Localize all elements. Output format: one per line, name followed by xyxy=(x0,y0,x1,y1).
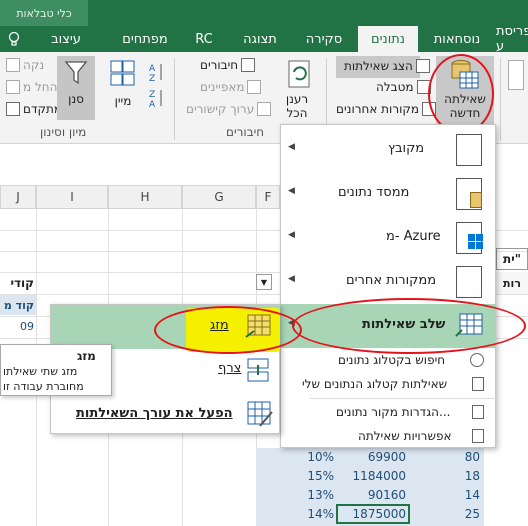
svg-text:A: A xyxy=(149,64,156,74)
column-header-h[interactable]: H xyxy=(108,185,182,209)
database-cylinder-icon xyxy=(470,192,482,208)
connections-group-label: חיבורים xyxy=(226,125,265,139)
value-cell[interactable]: 1184000 xyxy=(334,469,406,483)
chevron-left-icon: ◀ xyxy=(288,274,295,284)
edit-links-icon xyxy=(257,102,272,116)
filter-button[interactable]: סנן xyxy=(57,56,95,120)
formulas-partial-icon xyxy=(508,60,524,90)
from-table-button[interactable]: מטבלה xyxy=(376,80,431,94)
chevron-left-icon: ◀ xyxy=(288,186,295,196)
pct-cell[interactable]: 14% xyxy=(280,507,334,521)
refresh-icon xyxy=(288,60,310,88)
append-icon xyxy=(247,358,269,382)
advanced-button[interactable]: מתקדם xyxy=(6,102,62,116)
menu-item-from-file[interactable]: ◀ מקובץ xyxy=(280,128,496,172)
sort-dialog-icon xyxy=(110,60,135,86)
column-header-f[interactable]: F xyxy=(256,185,280,209)
tab-rc[interactable]: RC xyxy=(186,26,222,52)
sort-button[interactable]: מיין xyxy=(106,60,140,120)
sort-az-buttons[interactable]: AZZA xyxy=(148,60,166,110)
query-editor-icon xyxy=(247,401,273,427)
table-header-cell[interactable]: קודי xyxy=(0,272,36,294)
menu-item-from-database[interactable]: ◀ ממסד נתונים xyxy=(280,172,496,216)
merge-tooltip: מזג מזג שתי שאילתו מחוברת עבודה זו xyxy=(0,344,112,396)
clear-filter-icon xyxy=(6,58,20,72)
tab-developer[interactable]: מפתחים xyxy=(112,26,178,52)
reapply-icon xyxy=(6,80,20,94)
lightbulb-icon[interactable] xyxy=(0,26,28,52)
value-cell[interactable]: 1875000 xyxy=(334,507,406,521)
tab-view[interactable]: תצוגה xyxy=(232,26,288,52)
reapply-button[interactable]: החל מ xyxy=(6,80,57,94)
pct-cell[interactable]: 13% xyxy=(280,488,334,502)
catalog-icon xyxy=(472,377,484,391)
count-cell[interactable]: 18 xyxy=(408,469,480,483)
pct-cell[interactable]: 15% xyxy=(280,469,334,483)
chevron-left-icon: ◀ xyxy=(288,230,295,240)
funnel-icon xyxy=(64,61,88,85)
properties-icon xyxy=(247,80,262,94)
menu-item-from-azure[interactable]: ◀ מ- Azure xyxy=(280,216,496,260)
column-header-j[interactable]: J xyxy=(0,185,36,209)
settings-doc-icon xyxy=(472,405,484,419)
show-queries-icon xyxy=(415,59,430,73)
red-circle-annotation xyxy=(428,54,494,134)
show-queries-button[interactable]: הצג שאילתות xyxy=(336,56,430,78)
column-header-i[interactable]: I xyxy=(36,185,108,209)
tab-data[interactable]: נתונים xyxy=(358,26,418,52)
search-icon xyxy=(470,353,484,367)
tab-design[interactable]: עיצוב xyxy=(36,26,96,52)
sort-az-icon: AZZA xyxy=(149,64,162,110)
value-cell[interactable]: 90160 xyxy=(334,488,406,502)
file-icon xyxy=(456,134,482,166)
table-cell[interactable]: 09 xyxy=(0,316,36,336)
menu-item-query-options[interactable]: אפשרויות שאילתה xyxy=(280,426,496,448)
right-header-cell[interactable]: ית" xyxy=(496,248,528,270)
menu-item-data-source-settings[interactable]: הגדרות מקור נתונים... xyxy=(280,402,496,424)
submenu-item-launch-query-editor[interactable]: הפעל את עורך השאילתות xyxy=(50,398,280,432)
column-header-g[interactable]: G xyxy=(182,185,256,209)
other-sources-icon xyxy=(456,266,482,298)
red-circle-annotation xyxy=(154,306,302,354)
refresh-all-button[interactable]: רענן הכל xyxy=(280,56,320,122)
properties-button[interactable]: מאפיינים xyxy=(200,80,262,94)
red-circle-annotation xyxy=(292,298,526,354)
clear-button[interactable]: נקה xyxy=(6,58,44,72)
connections-button[interactable]: חיבורים xyxy=(200,58,256,72)
tab-review[interactable]: סקירה xyxy=(296,26,352,52)
menu-separator xyxy=(310,398,496,399)
table-cell[interactable]: קוד מ xyxy=(0,295,36,315)
svg-text:Z: Z xyxy=(149,74,155,84)
recent-sources-button[interactable]: מקורות אחרונים xyxy=(336,102,437,116)
svg-text:A: A xyxy=(149,100,156,108)
value-cell[interactable]: 69900 xyxy=(334,450,406,464)
edit-links-button[interactable]: ערוך קישורים xyxy=(186,102,272,116)
menu-item-my-catalog-queries[interactable]: שאילתות קטלוג הנתונים שלי xyxy=(280,374,496,396)
options-doc-icon xyxy=(472,429,484,443)
advanced-filter-icon xyxy=(6,102,20,116)
pct-cell[interactable]: 10% xyxy=(280,450,334,464)
filter-dropdown-icon[interactable]: ▼ xyxy=(256,274,272,290)
group-separator xyxy=(174,58,175,140)
context-tab-label: כלי טבלאות xyxy=(0,0,88,26)
tab-formulas[interactable]: נוסחאות xyxy=(424,26,490,52)
tab-page-layout[interactable]: פריסת ע xyxy=(496,24,528,54)
count-cell[interactable]: 25 xyxy=(408,507,480,521)
count-cell[interactable]: 80 xyxy=(408,450,480,464)
windows-logo-icon xyxy=(468,234,483,249)
right-header-cell-2[interactable]: רות xyxy=(496,272,528,294)
chevron-left-icon: ◀ xyxy=(288,142,295,152)
connections-icon xyxy=(241,58,256,72)
sort-filter-group-label: מיון וסינון xyxy=(40,125,87,139)
group-separator xyxy=(500,58,501,140)
svg-text:Z: Z xyxy=(149,90,155,100)
count-cell[interactable]: 14 xyxy=(408,488,480,502)
menu-item-from-other-sources[interactable]: ◀ ממקורות אחרים xyxy=(280,260,496,304)
